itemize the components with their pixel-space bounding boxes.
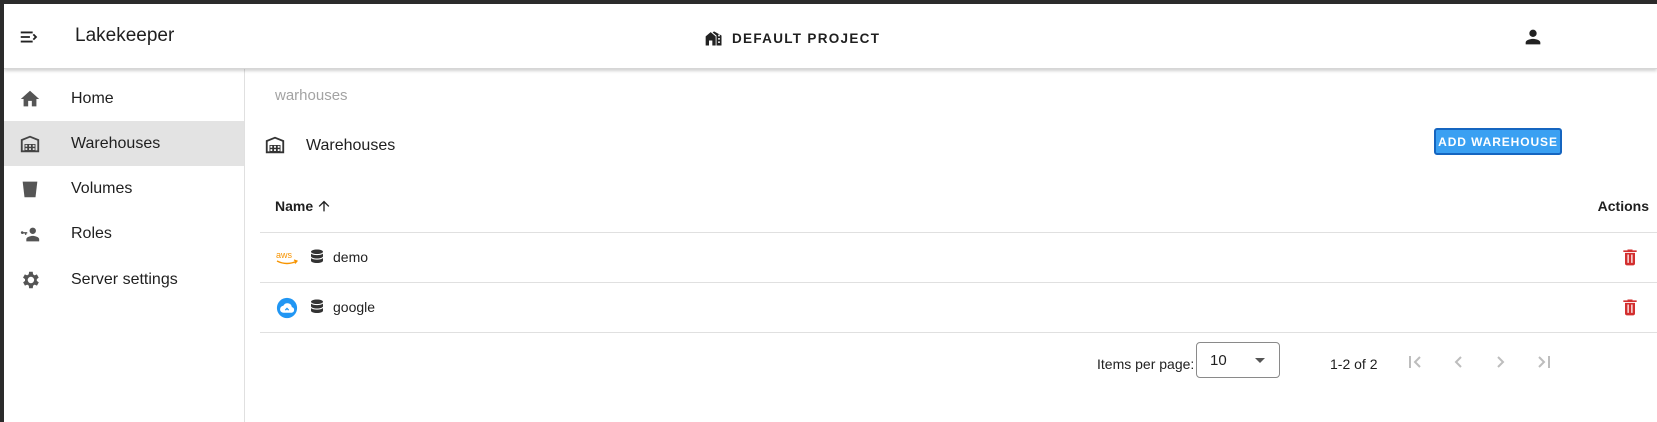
sidebar-item-warehouses[interactable]: Warehouses [4,121,244,166]
column-header-actions: Actions [1597,198,1649,214]
project-label: DEFAULT PROJECT [732,30,881,46]
page-title: Warehouses [306,137,396,154]
google-cloud-icon [275,297,299,319]
column-header-name[interactable]: Name [275,198,332,214]
sidebar-item-label: Warehouses [71,134,161,152]
app-bar: Lakekeeper DEFAULT PROJECT [4,4,1657,69]
table-row[interactable]: aws demo [260,233,1657,283]
next-page-icon[interactable] [1489,350,1513,374]
delete-icon[interactable] [1620,297,1640,317]
pagination-range: 1-2 of 2 [1330,356,1378,372]
first-page-icon[interactable] [1403,350,1427,374]
bucket-icon [19,178,41,200]
sidebar-item-volumes[interactable]: Volumes [4,166,244,211]
breadcrumb[interactable]: warhouses [275,87,348,104]
building-icon [705,31,722,46]
items-per-page-value: 10 [1210,352,1227,369]
items-per-page-select[interactable]: 10 [1196,342,1280,378]
home-icon [19,88,41,110]
svg-text:aws: aws [276,250,293,260]
sidebar-item-home[interactable]: Home [4,76,244,121]
menu-toggle-icon[interactable] [18,26,40,48]
previous-page-icon[interactable] [1446,350,1470,374]
sidebar-item-label: Server settings [71,270,178,288]
add-warehouse-button[interactable]: ADD WAREHOUSE [1434,128,1562,155]
sidebar-item-label: Roles [71,224,112,242]
sidebar: Home Warehouses Volumes Roles Server set… [4,69,245,422]
items-per-page-label: Items per page: [1097,356,1195,372]
aws-logo-icon: aws [275,247,299,269]
gear-icon [19,269,41,291]
chevron-down-icon [1255,358,1265,363]
pagination: Items per page: 10 1-2 of 2 [260,334,1657,394]
project-selector[interactable]: DEFAULT PROJECT [704,28,880,48]
sidebar-item-label: Home [71,89,114,107]
warehouses-table: Name Actions aws demo google [260,184,1657,333]
app-window: Lakekeeper DEFAULT PROJECT Home Warehous… [4,4,1657,422]
sort-ascending-icon [318,200,330,212]
column-header-label: Name [275,198,314,214]
warehouse-icon [19,133,41,155]
warehouse-name[interactable]: demo [333,249,368,265]
user-account-icon[interactable] [1522,26,1544,48]
database-icon [308,248,326,266]
database-icon [308,298,326,316]
warehouse-icon [264,134,286,156]
delete-icon[interactable] [1620,247,1640,267]
sidebar-item-server-settings[interactable]: Server settings [4,257,244,302]
app-title: Lakekeeper [75,25,175,46]
table-header: Name Actions [260,184,1657,233]
last-page-icon[interactable] [1532,350,1556,374]
sidebar-item-label: Volumes [71,179,133,197]
table-row[interactable]: google [260,283,1657,333]
sidebar-item-roles[interactable]: Roles [4,211,244,256]
account-key-icon [19,223,41,245]
warehouse-name[interactable]: google [333,299,375,315]
